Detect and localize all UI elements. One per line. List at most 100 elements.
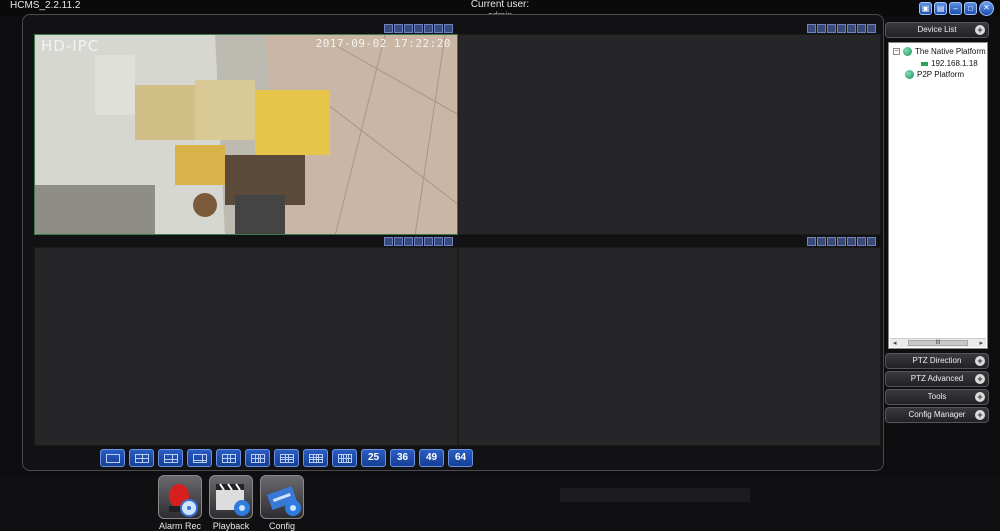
layout-25-button[interactable]: 25 xyxy=(361,449,386,467)
expand-icon: + xyxy=(975,410,985,420)
alarm-rec-label: Alarm Rec xyxy=(158,521,201,531)
globe-icon xyxy=(903,47,912,56)
window-controls: ▣ ▤ – □ ✕ xyxy=(919,1,994,16)
record-icon[interactable] xyxy=(394,237,403,246)
close-stream-icon[interactable] xyxy=(414,237,423,246)
tools-button[interactable]: Tools + xyxy=(885,389,989,405)
snapshot-icon[interactable] xyxy=(384,237,393,246)
osd-timestamp: 2017-09-02 17:22:20 xyxy=(315,37,451,50)
zoom-icon[interactable] xyxy=(424,237,433,246)
dock-divider xyxy=(560,488,750,502)
tree-item-device[interactable]: 192.168.1.18 xyxy=(921,59,978,68)
tree-item-p2p-platform[interactable]: P2P Platform xyxy=(905,70,964,79)
config-launcher[interactable]: Config xyxy=(260,475,304,531)
record-icon[interactable] xyxy=(394,24,403,33)
alarm-rec-launcher[interactable]: Alarm Rec xyxy=(158,475,202,531)
layout-9-button[interactable] xyxy=(216,449,241,467)
fullscreen-icon[interactable] xyxy=(444,24,453,33)
fullscreen-icon[interactable] xyxy=(444,237,453,246)
layout-13-button[interactable] xyxy=(274,449,299,467)
close-stream-icon[interactable] xyxy=(414,24,423,33)
tools-label: Tools xyxy=(927,392,947,401)
snapshot-icon[interactable] xyxy=(384,24,393,33)
layout-16-button[interactable] xyxy=(303,449,328,467)
close-stream-icon[interactable] xyxy=(837,24,846,33)
audio-icon[interactable] xyxy=(404,24,413,33)
camera-image xyxy=(35,35,457,234)
device-list-label: Device List xyxy=(917,25,957,34)
lock-icon[interactable]: ▣ xyxy=(919,2,932,15)
close-stream-icon[interactable] xyxy=(837,237,846,246)
zoom-icon[interactable] xyxy=(424,24,433,33)
pane-3-toolbar xyxy=(384,237,453,247)
snapshot-icon[interactable] xyxy=(807,24,816,33)
tree-item-label: 192.168.1.18 xyxy=(931,59,978,68)
horizontal-scrollbar[interactable]: ◂ III ▸ xyxy=(890,338,986,347)
camera-icon xyxy=(921,61,928,66)
layout-8-button[interactable] xyxy=(187,449,212,467)
zoom-icon[interactable] xyxy=(847,24,856,33)
clapperboard-icon xyxy=(209,475,253,519)
tree-item-label: The Native Platform xyxy=(915,47,986,56)
config-manager-button[interactable]: Config Manager + xyxy=(885,407,989,423)
expand-icon: + xyxy=(975,374,985,384)
layout-16b-button[interactable] xyxy=(332,449,357,467)
camera-feed: HD-IPC 2017-09-02 17:22:20 xyxy=(35,35,457,234)
volume-icon[interactable] xyxy=(857,24,866,33)
scroll-left-icon[interactable]: ◂ xyxy=(893,339,897,347)
pane-1-toolbar xyxy=(384,24,453,34)
tree-item-native-platform[interactable]: − The Native Platform xyxy=(893,47,986,56)
ptz-direction-button[interactable]: PTZ Direction + xyxy=(885,353,989,369)
right-panel: Device List + − The Native Platform 192.… xyxy=(885,22,989,425)
video-pane-4[interactable] xyxy=(458,247,881,446)
layout-4-button[interactable] xyxy=(129,449,154,467)
fullscreen-icon[interactable] xyxy=(867,24,876,33)
layout-6-button[interactable] xyxy=(158,449,183,467)
layout-64-button[interactable]: 64 xyxy=(448,449,473,467)
settings-icon[interactable]: ▤ xyxy=(934,2,947,15)
fullscreen-icon[interactable] xyxy=(867,237,876,246)
audio-icon[interactable] xyxy=(827,24,836,33)
volume-icon[interactable] xyxy=(857,237,866,246)
video-pane-3[interactable] xyxy=(34,247,458,446)
minimize-icon[interactable]: – xyxy=(949,2,962,15)
snapshot-icon[interactable] xyxy=(807,237,816,246)
device-list-header[interactable]: Device List + xyxy=(885,22,989,38)
ptz-direction-label: PTZ Direction xyxy=(912,356,962,365)
config-icon xyxy=(260,475,304,519)
osd-camera-name: HD-IPC xyxy=(41,37,100,55)
close-icon[interactable]: ✕ xyxy=(979,1,994,16)
layout-36-button[interactable]: 36 xyxy=(390,449,415,467)
globe-icon xyxy=(905,70,914,79)
device-tree: − The Native Platform 192.168.1.18 P2P P… xyxy=(888,42,988,349)
volume-icon[interactable] xyxy=(434,24,443,33)
playback-launcher[interactable]: Playback xyxy=(209,475,253,531)
app-title: HCMS_2.2.11.2 xyxy=(10,0,81,11)
playback-label: Playback xyxy=(212,521,250,531)
video-pane-2[interactable] xyxy=(458,34,881,235)
expand-icon: + xyxy=(975,356,985,366)
layout-49-button[interactable]: 49 xyxy=(419,449,444,467)
scroll-right-icon[interactable]: ▸ xyxy=(979,339,983,347)
zoom-icon[interactable] xyxy=(847,237,856,246)
expand-icon: + xyxy=(975,392,985,402)
collapse-icon[interactable]: − xyxy=(893,48,900,55)
audio-icon[interactable] xyxy=(404,237,413,246)
volume-icon[interactable] xyxy=(434,237,443,246)
scroll-thumb[interactable]: III xyxy=(908,340,968,346)
ptz-advanced-label: PTZ Advanced xyxy=(910,374,964,383)
layout-1-button[interactable] xyxy=(100,449,125,467)
expand-icon: + xyxy=(975,25,985,35)
maximize-icon[interactable]: □ xyxy=(964,2,977,15)
record-icon[interactable] xyxy=(817,237,826,246)
ptz-advanced-button[interactable]: PTZ Advanced + xyxy=(885,371,989,387)
bottom-dock xyxy=(0,475,1000,531)
audio-icon[interactable] xyxy=(827,237,836,246)
current-user-label: Current user: xyxy=(470,0,530,10)
record-icon[interactable] xyxy=(817,24,826,33)
config-manager-label: Config Manager xyxy=(908,410,966,419)
tree-item-label: P2P Platform xyxy=(917,70,964,79)
layout-10-button[interactable] xyxy=(245,449,270,467)
pane-4-toolbar xyxy=(807,237,876,247)
video-pane-1[interactable]: HD-IPC 2017-09-02 17:22:20 xyxy=(34,34,458,235)
